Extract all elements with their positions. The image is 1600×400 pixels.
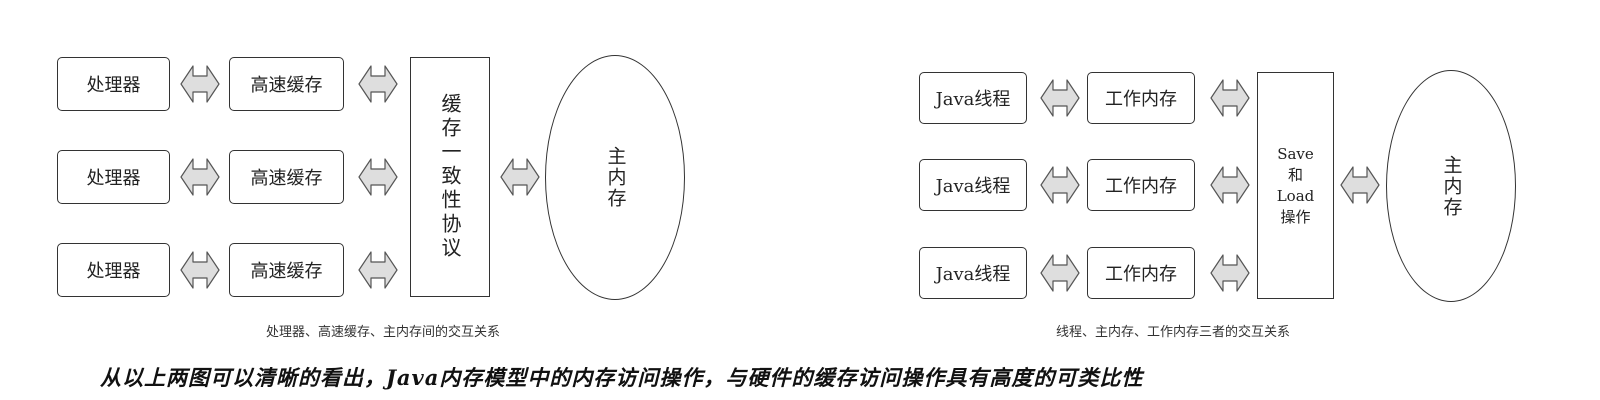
cache-box: 高速缓存 [229, 150, 344, 204]
processor-box: 处理器 [57, 57, 170, 111]
processor-label: 处理器 [86, 168, 141, 189]
conclusion-text: 从以上两图可以清晰的看出，Java内存模型中的内存访问操作，与硬件的缓存访问操作… [100, 365, 1144, 390]
double-arrow-icon [1210, 254, 1250, 292]
processor-label: 处理器 [86, 261, 141, 282]
main-memory-ellipse: 主内存 [545, 55, 685, 300]
double-arrow-icon [180, 158, 220, 196]
work-memory-box: 工作内存 [1087, 247, 1195, 299]
cache-label: 高速缓存 [250, 75, 323, 96]
protocol-label: 缓存一致性协议 [438, 93, 462, 261]
work-memory-box: 工作内存 [1087, 72, 1195, 124]
save-load-box: Save 和 Load 操作 [1257, 72, 1334, 299]
save-load-line: 和 [1287, 165, 1303, 184]
work-memory-label: 工作内存 [1105, 264, 1177, 285]
cache-coherence-protocol-box: 缓存一致性协议 [410, 57, 490, 297]
save-load-line: 操作 [1280, 207, 1311, 226]
work-memory-box: 工作内存 [1087, 159, 1195, 211]
cache-label: 高速缓存 [250, 168, 323, 189]
double-arrow-icon [1340, 166, 1380, 204]
cache-label: 高速缓存 [250, 261, 323, 282]
save-load-line: Save [1277, 144, 1314, 163]
java-thread-label: Java线程 [935, 264, 1011, 285]
main-memory-label: 主内存 [604, 146, 627, 209]
main-memory-label: 主内存 [1440, 154, 1463, 218]
right-diagram-caption: 线程、主内存、工作内存三者的交互关系 [1056, 325, 1291, 340]
double-arrow-icon [358, 158, 398, 196]
double-arrow-icon [180, 251, 220, 289]
work-memory-label: 工作内存 [1105, 176, 1177, 197]
double-arrow-icon [358, 251, 398, 289]
double-arrow-icon [1210, 79, 1250, 117]
java-thread-box: Java线程 [919, 247, 1027, 299]
main-memory-ellipse: 主内存 [1386, 70, 1516, 302]
double-arrow-icon [1040, 166, 1080, 204]
double-arrow-icon [500, 158, 540, 196]
double-arrow-icon [180, 65, 220, 103]
left-diagram-caption: 处理器、高速缓存、主内存间的交互关系 [266, 325, 501, 340]
double-arrow-icon [1040, 79, 1080, 117]
java-thread-label: Java线程 [935, 176, 1011, 197]
save-load-line: Load [1276, 186, 1315, 205]
cache-box: 高速缓存 [229, 57, 344, 111]
double-arrow-icon [1040, 254, 1080, 292]
double-arrow-icon [1210, 166, 1250, 204]
java-thread-box: Java线程 [919, 159, 1027, 211]
processor-box: 处理器 [57, 243, 170, 297]
java-thread-label: Java线程 [935, 89, 1011, 110]
processor-box: 处理器 [57, 150, 170, 204]
save-load-label: Save 和 Load 操作 [1277, 144, 1315, 228]
processor-label: 处理器 [86, 75, 141, 96]
double-arrow-icon [358, 65, 398, 103]
work-memory-label: 工作内存 [1105, 89, 1177, 110]
java-thread-box: Java线程 [919, 72, 1027, 124]
cache-box: 高速缓存 [229, 243, 344, 297]
